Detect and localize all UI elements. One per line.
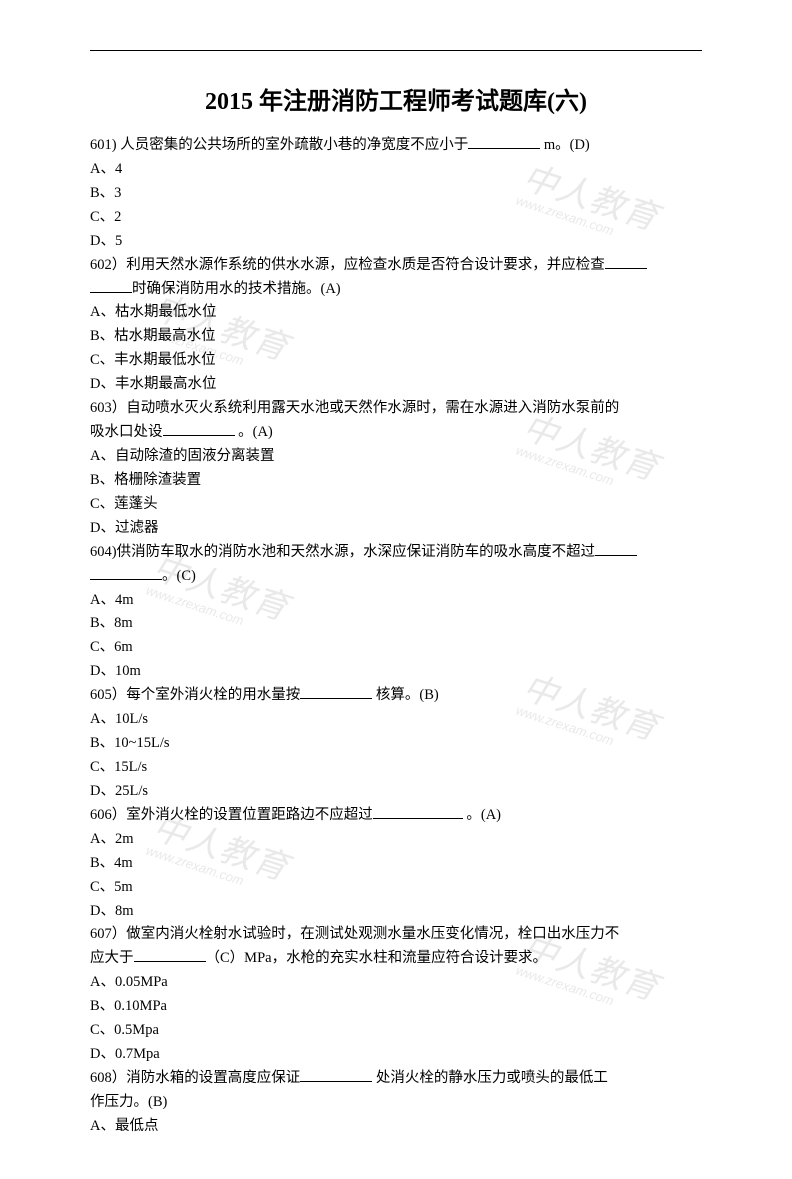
question-option: B、8m: [90, 612, 702, 636]
question-stem-cont: 应大于（C）MPa，水枪的充实水柱和流量应符合设计要求。: [90, 947, 702, 971]
question-stem-cont: 吸水口处设 。(A): [90, 421, 702, 445]
document-page: 2015 年注册消防工程师考试题库(六) 601) 人员密集的公共场所的室外疏散…: [0, 0, 792, 1179]
question-stem: 607）做室内消火栓射水试验时，在测试处观测水量水压变化情况，栓口出水压力不: [90, 923, 702, 947]
question-stem: 608）消防水箱的设置高度应保证 处消火栓的静水压力或喷头的最低工: [90, 1067, 702, 1091]
question-option: D、0.7Mpa: [90, 1043, 702, 1067]
question-option: A、最低点: [90, 1115, 702, 1139]
question-option: D、过滤器: [90, 517, 702, 541]
question-stem-cont: 作压力。(B): [90, 1091, 702, 1115]
question-number: 605）: [90, 687, 126, 703]
question-option: B、枯水期最高水位: [90, 325, 702, 349]
fill-blank: [595, 541, 637, 556]
fill-blank: [90, 565, 162, 580]
question-stem: 605）每个室外消火栓的用水量按 核算。(B): [90, 684, 702, 708]
question-option: C、6m: [90, 636, 702, 660]
question-option: C、15L/s: [90, 756, 702, 780]
question-stem: 604)供消防车取水的消防水池和天然水源，水深应保证消防车的吸水高度不超过: [90, 541, 702, 565]
question-option: A、4m: [90, 589, 702, 613]
question-number: 604): [90, 544, 117, 560]
question-number: 602）: [90, 257, 126, 273]
question-option: D、5: [90, 230, 702, 254]
question-number: 608）: [90, 1070, 126, 1086]
question-option: B、3: [90, 182, 702, 206]
question-number: 607）: [90, 926, 126, 942]
question-option: B、4m: [90, 852, 702, 876]
question-option: A、枯水期最低水位: [90, 301, 702, 325]
question-option: B、10~15L/s: [90, 732, 702, 756]
question-stem: 603）自动喷水灭火系统利用露天水池或天然作水源时，需在水源进入消防水泵前的: [90, 397, 702, 421]
question-option: D、丰水期最高水位: [90, 373, 702, 397]
question-number: 606）: [90, 807, 126, 823]
question-option: A、0.05MPa: [90, 971, 702, 995]
fill-blank: [300, 684, 372, 699]
question-option: A、10L/s: [90, 708, 702, 732]
top-rule: [90, 50, 702, 51]
question-option: A、自动除渣的固液分离装置: [90, 445, 702, 469]
question-stem: 601) 人员密集的公共场所的室外疏散小巷的净宽度不应小于 m。(D): [90, 134, 702, 158]
fill-blank: [90, 278, 132, 293]
fill-blank: [373, 804, 463, 819]
question-number: 601): [90, 137, 117, 153]
fill-blank: [605, 254, 647, 269]
question-stem: 606）室外消火栓的设置位置距路边不应超过 。(A): [90, 804, 702, 828]
question-option: C、5m: [90, 876, 702, 900]
question-option: A、2m: [90, 828, 702, 852]
question-option: D、25L/s: [90, 780, 702, 804]
question-option: B、0.10MPa: [90, 995, 702, 1019]
question-stem-cont: 时确保消防用水的技术措施。(A): [90, 278, 702, 302]
fill-blank: [163, 421, 235, 436]
question-option: C、2: [90, 206, 702, 230]
fill-blank: [300, 1067, 372, 1082]
question-number: 603）: [90, 400, 126, 416]
question-option: A、4: [90, 158, 702, 182]
question-option: C、莲蓬头: [90, 493, 702, 517]
question-option: D、10m: [90, 660, 702, 684]
question-stem: 602）利用天然水源作系统的供水水源，应检查水质是否符合设计要求，并应检查: [90, 254, 702, 278]
question-option: C、0.5Mpa: [90, 1019, 702, 1043]
fill-blank: [468, 134, 540, 149]
fill-blank: [134, 948, 206, 963]
question-option: B、格栅除渣装置: [90, 469, 702, 493]
question-option: C、丰水期最低水位: [90, 349, 702, 373]
question-stem-cont: 。(C): [90, 565, 702, 589]
page-title: 2015 年注册消防工程师考试题库(六): [90, 81, 702, 116]
question-list: 601) 人员密集的公共场所的室外疏散小巷的净宽度不应小于 m。(D)A、4B、…: [90, 134, 702, 1139]
question-option: D、8m: [90, 900, 702, 924]
